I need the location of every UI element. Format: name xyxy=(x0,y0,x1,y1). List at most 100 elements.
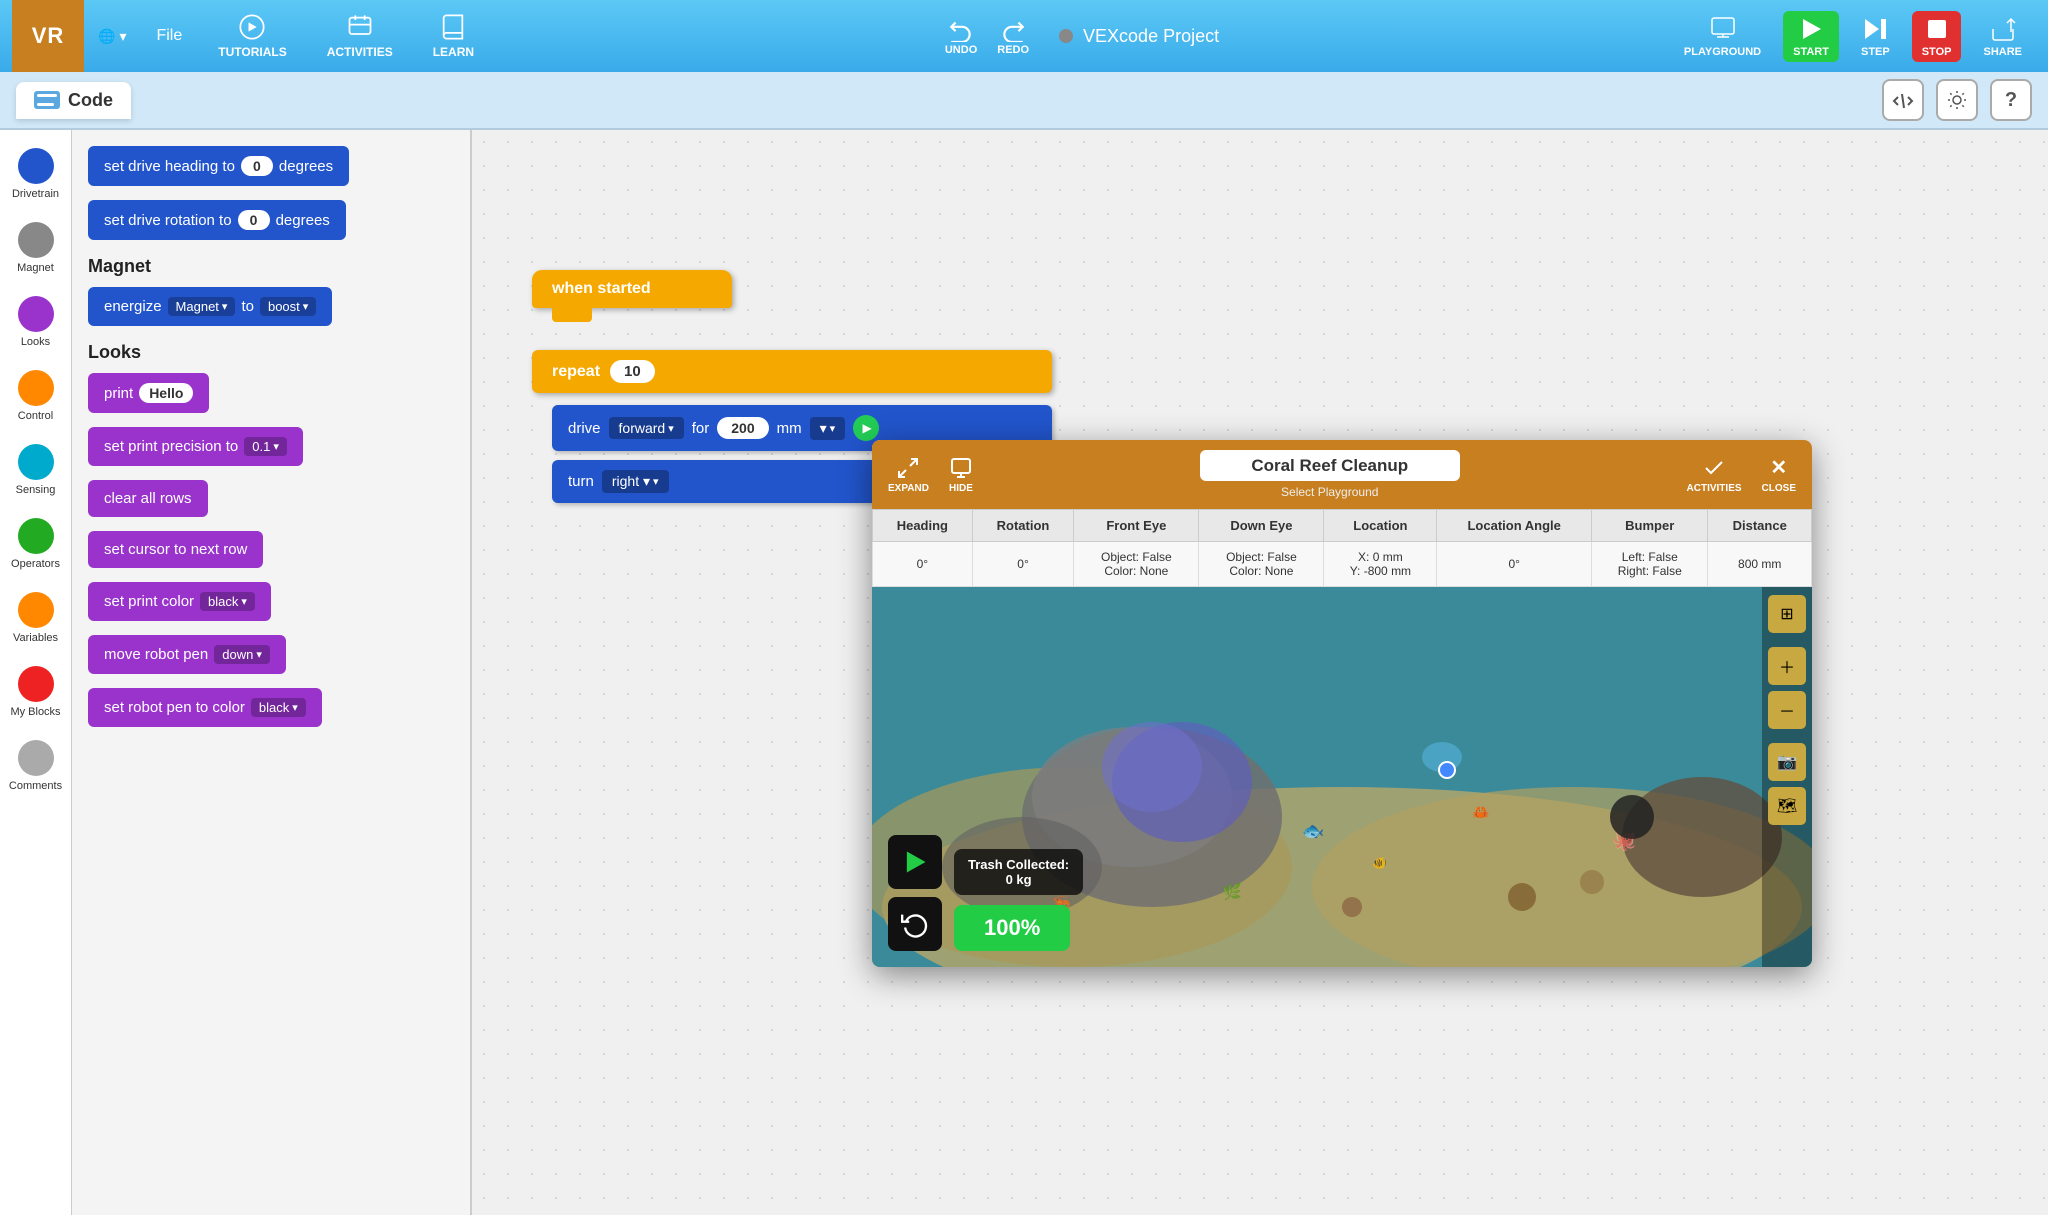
play-button[interactable] xyxy=(888,835,942,889)
col-location-angle: Location Angle xyxy=(1437,510,1592,542)
globe-button[interactable]: 🌐 ▾ xyxy=(84,28,140,45)
drive-distance-value: 200 xyxy=(717,417,768,439)
svg-text:🦀: 🦀 xyxy=(1472,804,1490,820)
vr-logo: VR xyxy=(12,0,84,72)
variables-icon xyxy=(18,592,54,628)
repeat-block[interactable]: repeat 10 xyxy=(532,350,1052,393)
turn-label: turn xyxy=(568,473,594,490)
sidebar-label-comments: Comments xyxy=(9,780,62,792)
undo-redo-group: UNDO REDO xyxy=(945,16,1029,56)
turn-block[interactable]: turn right ▾ xyxy=(552,460,892,503)
playground-select[interactable]: Coral Reef Cleanup xyxy=(1200,450,1460,481)
block-set-print-precision[interactable]: set print precision to 0.1 xyxy=(88,427,454,466)
block-notch xyxy=(552,308,592,322)
drive-unit-label: mm xyxy=(777,420,802,437)
sidebar-item-magnet[interactable]: Magnet xyxy=(0,216,71,280)
block-set-print-color[interactable]: set print color black xyxy=(88,582,454,621)
drive-direction-dropdown[interactable]: forward xyxy=(609,417,684,439)
sidebar-label-magnet: Magnet xyxy=(17,262,54,274)
col-rotation: Rotation xyxy=(972,510,1074,542)
hide-button[interactable]: HIDE xyxy=(949,456,973,494)
sensing-icon xyxy=(18,444,54,480)
code-view-button[interactable] xyxy=(1882,79,1924,121)
expand-label: EXPAND xyxy=(888,483,929,494)
sensor-table: Heading Rotation Front Eye Down Eye Loca… xyxy=(872,509,1812,587)
close-icon: ✕ xyxy=(1770,455,1787,480)
activities-button[interactable]: ACTIVITIES xyxy=(307,13,413,59)
block-clear-all-rows[interactable]: clear all rows xyxy=(88,480,454,517)
magnet-section-title: Magnet xyxy=(88,256,454,277)
sidebar-item-operators[interactable]: Operators xyxy=(0,512,71,576)
sidebar-item-looks[interactable]: Looks xyxy=(0,290,71,354)
sidebar: Drivetrain Magnet Looks Control Sensing … xyxy=(0,130,72,1215)
cell-location: X: 0 mmY: -800 mm xyxy=(1324,542,1437,587)
redo-button[interactable]: REDO xyxy=(997,16,1029,56)
sidebar-item-control[interactable]: Control xyxy=(0,364,71,428)
svg-text:🌿: 🌿 xyxy=(1222,882,1242,901)
sidebar-item-variables[interactable]: Variables xyxy=(0,586,71,650)
help-button[interactable]: ? xyxy=(1990,79,2032,121)
cell-location-angle: 0° xyxy=(1437,542,1592,587)
block-energize-magnet[interactable]: energize Magnet to boost xyxy=(88,287,454,326)
drive-label: drive xyxy=(568,420,601,437)
playground-button[interactable]: PLAYGROUND xyxy=(1670,15,1775,58)
modal-close-button[interactable]: ✕ CLOSE xyxy=(1762,455,1796,494)
zoom-in-button[interactable]: ＋ xyxy=(1768,647,1806,685)
view-camera-button[interactable]: 📷 xyxy=(1768,743,1806,781)
code-tab-label: Code xyxy=(68,90,113,111)
sidebar-label-variables: Variables xyxy=(13,632,58,644)
sidebar-item-myblocks[interactable]: My Blocks xyxy=(0,660,71,724)
reset-button[interactable] xyxy=(888,897,942,951)
cell-heading: 0° xyxy=(873,542,973,587)
top-nav: VR 🌐 ▾ File TUTORIALS ACTIVITIES LEARN U… xyxy=(0,0,2048,72)
settings-button[interactable] xyxy=(1936,79,1978,121)
block-set-robot-pen-color[interactable]: set robot pen to color black xyxy=(88,688,454,727)
cell-down-eye: Object: FalseColor: None xyxy=(1199,542,1324,587)
file-menu[interactable]: File xyxy=(140,27,198,45)
share-button[interactable]: SHARE xyxy=(1969,15,2036,58)
sub-nav: Code ? xyxy=(0,72,2048,130)
sidebar-item-comments[interactable]: Comments xyxy=(0,734,71,798)
block-set-drive-rotation[interactable]: set drive rotation to 0 degrees xyxy=(88,200,454,240)
looks-icon xyxy=(18,296,54,332)
sidebar-item-sensing[interactable]: Sensing xyxy=(0,438,71,502)
when-started-block[interactable]: when started xyxy=(532,270,732,308)
cell-bumper: Left: FalseRight: False xyxy=(1592,542,1708,587)
right-controls: ⊞ ＋ － 📷 🗺 xyxy=(1762,587,1812,967)
turn-direction-dropdown[interactable]: right ▾ xyxy=(602,470,669,493)
code-tab-icon xyxy=(34,91,60,109)
code-tab[interactable]: Code xyxy=(16,82,131,119)
view-grid-button[interactable]: ⊞ xyxy=(1768,595,1806,633)
sidebar-label-sensing: Sensing xyxy=(16,484,56,496)
sidebar-label-drivetrain: Drivetrain xyxy=(12,188,59,200)
sidebar-item-drivetrain[interactable]: Drivetrain xyxy=(0,142,71,206)
workspace[interactable]: when started repeat 10 drive forward for… xyxy=(472,130,2048,1215)
block-set-cursor-next-row[interactable]: set cursor to next row xyxy=(88,531,454,568)
start-button[interactable]: START xyxy=(1783,11,1839,62)
view-map-button[interactable]: 🗺 xyxy=(1768,787,1806,825)
tutorials-button[interactable]: TUTORIALS xyxy=(198,13,306,59)
drive-unit-dropdown[interactable]: ▾ xyxy=(810,417,846,440)
block-move-robot-pen[interactable]: move robot pen down xyxy=(88,635,454,674)
block-print-hello[interactable]: print Hello xyxy=(88,373,454,413)
learn-button[interactable]: LEARN xyxy=(413,13,494,59)
expand-button[interactable]: EXPAND xyxy=(888,456,929,494)
repeat-value: 10 xyxy=(610,360,655,383)
playground-modal: EXPAND HIDE Coral Reef Cleanup Select Pl… xyxy=(872,440,1812,967)
battery-bar: 100% xyxy=(954,905,1070,951)
undo-button[interactable]: UNDO xyxy=(945,16,977,56)
modal-title-area: Coral Reef Cleanup Select Playground xyxy=(993,450,1667,499)
table-header-row: Heading Rotation Front Eye Down Eye Loca… xyxy=(873,510,1812,542)
trash-value: 0 kg xyxy=(968,872,1069,887)
modal-activities-button[interactable]: ACTIVITIES xyxy=(1687,456,1742,494)
nav-center: UNDO REDO VEXcode Project xyxy=(494,16,1670,56)
cell-front-eye: Object: FalseColor: None xyxy=(1074,542,1199,587)
drive-play-button[interactable] xyxy=(853,415,879,441)
step-button[interactable]: STEP xyxy=(1847,15,1904,58)
zoom-out-button[interactable]: － xyxy=(1768,691,1806,729)
block-set-drive-heading[interactable]: set drive heading to 0 degrees xyxy=(88,146,454,186)
myblocks-icon xyxy=(18,666,54,702)
stop-button[interactable]: STOP xyxy=(1912,11,1962,62)
svg-text:🐠: 🐠 xyxy=(1372,856,1387,870)
sidebar-label-myblocks: My Blocks xyxy=(10,706,60,718)
